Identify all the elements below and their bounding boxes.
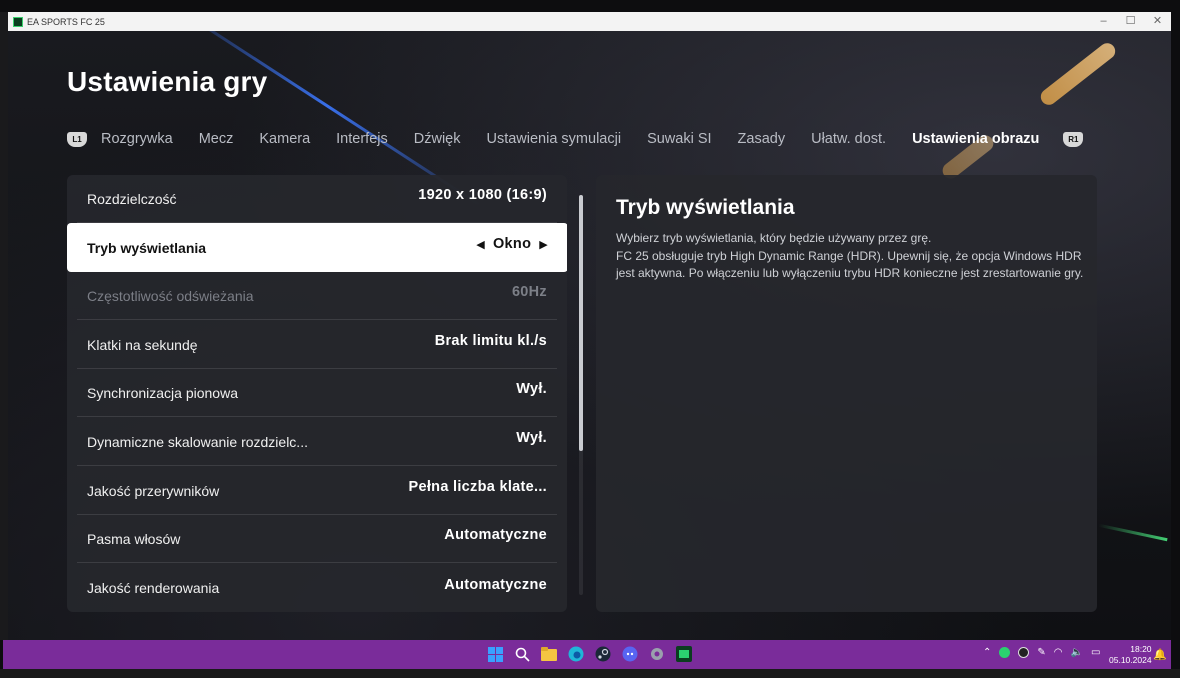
tab-interfejs[interactable]: Interfejs: [336, 131, 388, 147]
wifi-icon[interactable]: ◠: [1054, 647, 1063, 658]
tab-rozgrywka[interactable]: Rozgrywka: [101, 131, 173, 147]
setting-label: Rozdzielczość: [87, 190, 177, 207]
description-panel: Tryb wyświetlania Wybierz tryb wyświetla…: [596, 175, 1097, 612]
settings-icon[interactable]: [648, 645, 666, 663]
desktop-bottom: [0, 669, 1180, 678]
setting-label: Jakość przerywników: [87, 482, 220, 499]
app-icon: [13, 16, 23, 27]
setting-value: 60Hz: [511, 284, 547, 300]
setting-label: Tryb wyświetlania: [87, 239, 207, 256]
window-controls: – ☐ ✕: [1090, 12, 1171, 31]
tab-ustawienia-symulacji[interactable]: Ustawienia symulacji: [486, 131, 621, 147]
setting-row-skalowanie[interactable]: Dynamiczne skalowanie rozdzielc... Wył.: [77, 418, 557, 466]
page-title: Ustawienia gry: [67, 66, 268, 97]
description-line: FC 25 obsługuje tryb High Dynamic Range …: [616, 248, 1084, 281]
chevron-up-icon[interactable]: ⌃: [983, 647, 991, 658]
tab-zasady[interactable]: Zasady: [738, 131, 786, 147]
tray-app-icon[interactable]: [999, 647, 1011, 658]
setting-value: Brak limitu kl./s: [434, 333, 547, 349]
description-title: Tryb wyświetlania: [616, 196, 795, 219]
left-bumper-icon[interactable]: L1: [67, 131, 87, 147]
setting-row-czestotliwosc: Częstotliwość odświeżania 60Hz: [77, 272, 557, 320]
close-icon[interactable]: ✕: [1144, 12, 1171, 31]
maximize-icon[interactable]: ☐: [1117, 12, 1144, 31]
background-line: [1098, 523, 1168, 542]
setting-value: Automatyczne: [444, 576, 547, 593]
background-light: [1037, 39, 1119, 109]
tray-app-icon[interactable]: [1018, 647, 1030, 658]
discord-icon[interactable]: [621, 645, 639, 663]
clock[interactable]: 18:20 05.10.2024: [1109, 644, 1152, 666]
setting-label: Dynamiczne skalowanie rozdzielc...: [87, 433, 308, 450]
window-titlebar: EA SPORTS FC 25 – ☐ ✕: [8, 12, 1171, 31]
setting-row-renderowanie[interactable]: Jakość renderowania Automatyczne: [77, 564, 557, 612]
battery-icon[interactable]: ▭: [1091, 647, 1100, 658]
setting-row-tryb-wyswietlania[interactable]: Tryb wyświetlania ◀ Okno ▶: [67, 223, 567, 272]
system-tray: ⌃ ✎ ◠ 🔈 ▭: [983, 647, 1100, 658]
tab-kamera[interactable]: Kamera: [259, 131, 310, 147]
setting-value: Wył.: [516, 381, 547, 397]
game-view: Ustawienia gry L1 Rozgrywka Mecz Kamera …: [8, 31, 1171, 640]
volume-icon[interactable]: 🔈: [1071, 647, 1083, 658]
desktop-edge: [0, 12, 8, 640]
clock-time: 18:20: [1130, 644, 1152, 654]
setting-value: Okno: [492, 236, 532, 252]
file-explorer-icon[interactable]: [540, 645, 558, 663]
taskbar-apps: [486, 645, 693, 663]
game-window: EA SPORTS FC 25 – ☐ ✕ Ustawienia gry L1 …: [8, 12, 1171, 640]
setting-label: Jakość renderowania: [87, 580, 220, 596]
setting-row-przerywniki[interactable]: Jakość przerywników Pełna liczba klate..…: [77, 467, 557, 515]
setting-row-rozdzielczosc[interactable]: Rozdzielczość 1920 x 1080 (16:9): [77, 175, 557, 223]
start-icon[interactable]: [486, 645, 504, 663]
scrollbar-thumb[interactable]: [579, 195, 583, 451]
setting-label: Pasma włosów: [87, 530, 181, 547]
tab-mecz[interactable]: Mecz: [199, 131, 234, 147]
tab-dzwiek[interactable]: Dźwięk: [414, 131, 461, 147]
clock-date: 05.10.2024: [1109, 655, 1152, 665]
search-icon[interactable]: [513, 645, 531, 663]
setting-label: Częstotliwość odświeżania: [87, 287, 254, 304]
setting-label: Klatki na sekundę: [87, 336, 198, 353]
description-line: Wybierz tryb wyświetlania, który będzie …: [616, 231, 932, 245]
tab-ustawienia-obrazu[interactable]: Ustawienia obrazu: [912, 131, 1039, 147]
settings-list: Rozdzielczość 1920 x 1080 (16:9) Tryb wy…: [67, 175, 567, 612]
tab-ulatw-dost[interactable]: Ułatw. dost.: [811, 131, 886, 147]
description-text: Wybierz tryb wyświetlania, który będzie …: [616, 230, 1086, 283]
setting-label: Synchronizacja pionowa: [87, 384, 238, 401]
setting-value: Pełna liczba klate...: [408, 479, 547, 495]
pen-icon[interactable]: ✎: [1037, 647, 1045, 658]
taskbar: ⌃ ✎ ◠ 🔈 ▭ 18:20 05.10.2024 🔔: [3, 640, 1171, 669]
setting-value-selector: ◀ Okno ▶: [476, 236, 548, 252]
setting-value: 1920 x 1080 (16:9): [418, 187, 547, 203]
right-bumper-icon[interactable]: R1: [1063, 131, 1084, 147]
setting-row-synchronizacja[interactable]: Synchronizacja pionowa Wył.: [77, 369, 557, 417]
setting-row-klatki[interactable]: Klatki na sekundę Brak limitu kl./s: [77, 321, 557, 369]
setting-row-pasma-wlosow[interactable]: Pasma włosów Automatyczne: [77, 515, 557, 563]
window-title: EA SPORTS FC 25: [27, 16, 105, 27]
edge-icon[interactable]: [567, 645, 585, 663]
notification-bell-icon[interactable]: 🔔: [1153, 648, 1167, 661]
arrow-left-icon[interactable]: ◀: [476, 238, 485, 251]
setting-value: Automatyczne: [444, 527, 547, 543]
setting-value: Wył.: [516, 430, 547, 446]
steam-icon[interactable]: [594, 645, 612, 663]
tab-suwaki-si[interactable]: Suwaki SI: [647, 131, 711, 147]
minimize-icon[interactable]: –: [1090, 12, 1117, 31]
arrow-right-icon[interactable]: ▶: [539, 238, 548, 251]
fc25-icon[interactable]: [675, 645, 693, 663]
settings-tabs: L1 Rozgrywka Mecz Kamera Interfejs Dźwię…: [67, 127, 1084, 151]
